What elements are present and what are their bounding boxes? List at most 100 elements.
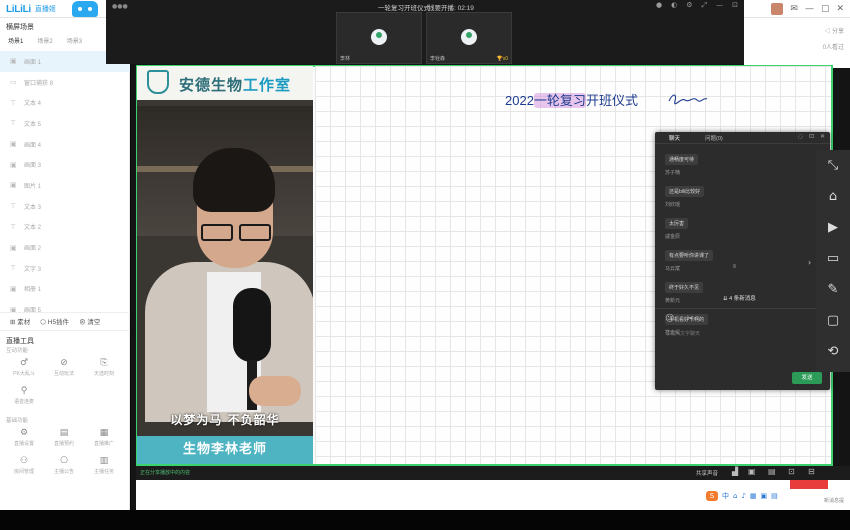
scene-tab[interactable]: 场景2 bbox=[37, 36, 52, 48]
video-icon[interactable]: ▶ bbox=[816, 212, 850, 243]
scene-item[interactable]: ▣ 画面 3 bbox=[0, 154, 130, 175]
logo-text: LiLiLi bbox=[6, 3, 31, 15]
tool-icon: ♂ bbox=[19, 358, 29, 368]
clear-button[interactable]: ⊗ 清空 bbox=[79, 316, 100, 326]
source-type-icon: ▣ bbox=[10, 160, 17, 169]
chat-panel: 聊天 问题(0) ◌ ⊡ ✕ 通畅度可待 苏子楠 还是bili比较好 刘欣瑶 太厉害 戚金辰有… bbox=[655, 132, 830, 390]
window-icon[interactable]: ⊡ bbox=[732, 1, 738, 10]
live-tool-button[interactable]: ⎘ 天选时刻 bbox=[84, 358, 124, 386]
scene-tab[interactable]: 场景1 bbox=[8, 36, 23, 48]
scissors-icon[interactable]: ✂ bbox=[686, 314, 694, 324]
basic-section-title: 基础功能 bbox=[6, 418, 29, 424]
live-tool-button[interactable]: ▤ 直播预约 bbox=[44, 428, 84, 456]
menu-dots-icon[interactable]: ●●● bbox=[112, 3, 128, 10]
send-button[interactable]: 发送 bbox=[792, 372, 822, 384]
emoji-icon[interactable]: ☺ bbox=[665, 314, 674, 324]
scene-item[interactable]: ▣ 画面 4 bbox=[0, 134, 130, 155]
new-messages-indicator[interactable]: ⇊ 4 条新消息 bbox=[723, 294, 756, 302]
board-title: 2022一轮复习开班仪式 bbox=[505, 90, 638, 109]
scene-item[interactable]: ▣ 图片 1 bbox=[0, 175, 130, 196]
scene-item-label: 文本 4 bbox=[24, 101, 42, 108]
chat-window-controls: ◌ ⊡ ✕ bbox=[798, 133, 825, 140]
chat-sender: 刘欣瑶 bbox=[665, 202, 681, 208]
live-tool-button[interactable]: ⚙ 直播设置 bbox=[4, 428, 44, 456]
camera-icon[interactable]: ⌂ bbox=[816, 181, 850, 212]
ime-toolbar: S 中 ⌂ ♪ ▦ ▣ ▤ bbox=[706, 491, 778, 501]
list-icon[interactable]: ▤ bbox=[768, 467, 776, 476]
live-tool-button[interactable]: ♂ PK大乱斗 bbox=[4, 358, 44, 386]
mascot-icon bbox=[72, 1, 98, 17]
participant-tile[interactable]: 李林 bbox=[336, 12, 422, 64]
ime-keyboard[interactable]: ▦ bbox=[750, 492, 757, 500]
record-icon[interactable]: ● bbox=[656, 1, 662, 10]
share-panel: ◁ 分享 0人看过 bbox=[744, 18, 850, 68]
popout-icon[interactable]: ⊡ bbox=[809, 133, 814, 140]
scene-item-label: 窗口捕获 8 bbox=[24, 80, 54, 87]
settings-icon[interactable]: ⚙ bbox=[686, 1, 692, 10]
history-icon[interactable]: ⟲ bbox=[816, 336, 850, 367]
tab-chat[interactable]: 聊天 bbox=[669, 134, 680, 142]
user-avatar[interactable] bbox=[771, 3, 784, 15]
live-tool-button[interactable]: ⊘ 互动玩法 bbox=[44, 358, 84, 386]
live-tool-button[interactable]: ▥ 主播任务 bbox=[84, 456, 124, 484]
screen-share-icon[interactable]: ▭ bbox=[816, 243, 850, 274]
ime-voice[interactable]: ♪ bbox=[741, 492, 745, 500]
share-audio-button[interactable]: 共享声音 bbox=[696, 469, 718, 477]
chat-input[interactable]: 请输入文字聊天 bbox=[665, 330, 700, 337]
bubble-icon[interactable]: ◌ bbox=[798, 133, 803, 140]
screen-icon[interactable]: ⊡ bbox=[788, 467, 795, 476]
scene-tab[interactable]: 场景3 bbox=[67, 36, 82, 48]
scene-item[interactable]: ▣ 画面 2 bbox=[0, 237, 130, 258]
scene-item[interactable]: ⊤ 文字 3 bbox=[0, 258, 130, 279]
scene-item[interactable]: ▣ 相册 1 bbox=[0, 279, 130, 300]
teacher-name: 生物李林老师 bbox=[182, 442, 267, 457]
minimize-icon[interactable]: — bbox=[716, 1, 723, 10]
scene-item[interactable]: ⊤ 文本 4 bbox=[0, 92, 130, 113]
scene-item[interactable]: ▭ 窗口捕获 8 bbox=[0, 72, 130, 93]
share-button[interactable]: ◁ 分享 bbox=[824, 26, 844, 35]
scene-item[interactable]: ⊤ 文本 3 bbox=[0, 196, 130, 217]
chevron-right-icon[interactable]: › bbox=[808, 258, 811, 267]
window-icon[interactable]: ⊟ bbox=[808, 467, 815, 476]
scene-panel: 横屏场景 ⧉ 场景1场景2场景3 ▣画面 1▭窗口捕获 8⊤文本 4⊤文本 5▣… bbox=[0, 18, 130, 510]
close-icon[interactable]: ✕ bbox=[820, 133, 825, 140]
sogou-icon[interactable]: S bbox=[706, 491, 718, 501]
ime-punct[interactable]: ⌂ bbox=[733, 492, 737, 500]
ime-skin[interactable]: ▣ bbox=[761, 492, 768, 500]
close-icon[interactable]: ✕ bbox=[836, 3, 844, 15]
scene-item[interactable]: ⊤ 文本 2 bbox=[0, 217, 130, 238]
pen-icon[interactable]: ✎ bbox=[816, 274, 850, 305]
h5-plugin-button[interactable]: ⬡ H5插件 bbox=[40, 316, 69, 326]
expand-icon[interactable]: ⤢ bbox=[702, 1, 708, 10]
tool-label: 直播预约 bbox=[53, 441, 74, 447]
restore-icon[interactable]: ▢ bbox=[821, 3, 830, 15]
participant-tile[interactable]: 李铨森 🏆x0 bbox=[426, 12, 512, 64]
material-button[interactable]: ⊞ 素材 bbox=[10, 316, 30, 326]
scene-item-label: 画面 4 bbox=[24, 142, 42, 149]
tool-label: 直播设置 bbox=[13, 441, 34, 447]
minimize-icon[interactable]: — bbox=[805, 3, 814, 15]
signal-icon[interactable]: ▟ bbox=[732, 467, 738, 476]
flask-icon bbox=[147, 70, 169, 94]
tab-questions[interactable]: 问题(0) bbox=[705, 134, 723, 142]
live-tool-button[interactable]: ⎔ 主播公告 bbox=[44, 456, 84, 484]
scene-toolbar: ⊞ 素材 ⬡ H5插件 ⊗ 清空 bbox=[0, 312, 130, 328]
live-tool-button[interactable]: ▦ 直播推广 bbox=[84, 428, 124, 456]
ime-lang[interactable]: 中 bbox=[722, 491, 729, 501]
glasses bbox=[201, 224, 271, 241]
live-tool-button[interactable]: ⚲ 语音连麦 bbox=[4, 386, 44, 414]
scene-item[interactable]: ⊤ 文本 5 bbox=[0, 113, 130, 134]
viewer-count: 0人看过 bbox=[822, 45, 844, 51]
mail-icon[interactable]: ✉ bbox=[790, 3, 798, 15]
mic-icon[interactable]: ◐ bbox=[671, 1, 677, 10]
chat-bubble-icon[interactable]: ▣ bbox=[748, 467, 756, 476]
source-type-icon: ⊤ bbox=[10, 119, 17, 128]
collapse-icon[interactable]: ⤡ bbox=[816, 150, 850, 181]
teacher-nameplate: 生物李林老师 bbox=[137, 436, 313, 464]
studio-name-left: 安德生物 bbox=[179, 76, 244, 94]
end-live-button[interactable] bbox=[790, 480, 828, 489]
folder-icon[interactable]: ▢ bbox=[816, 305, 850, 336]
live-tool-button[interactable]: ⚇ 房间管理 bbox=[4, 456, 44, 484]
source-type-icon: ▣ bbox=[10, 140, 17, 149]
ime-tools[interactable]: ▤ bbox=[771, 492, 778, 500]
